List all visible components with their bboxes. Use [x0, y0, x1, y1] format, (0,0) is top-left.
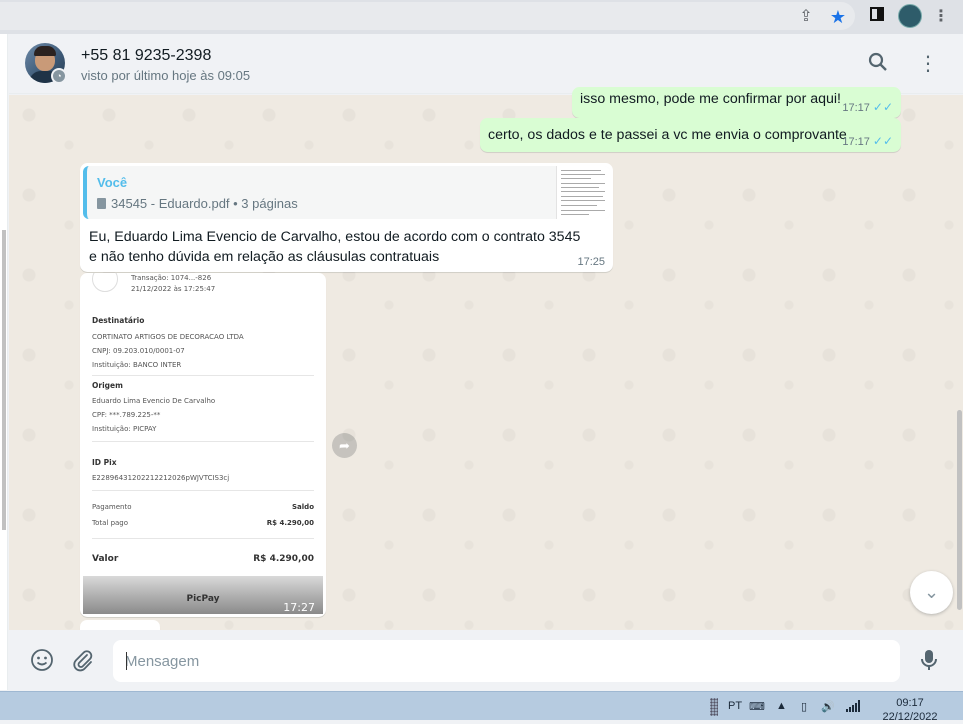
chat-header: ◔ +55 81 9235-2398 visto por último hoje…	[9, 34, 963, 94]
emoji-icon[interactable]	[29, 648, 55, 674]
left-panel-edge	[0, 34, 8, 690]
image-message[interactable]: Transação: 1074...-826 21/12/2022 às 17:…	[80, 273, 326, 617]
message-input[interactable]	[113, 640, 900, 682]
message-time: 17:25	[577, 256, 605, 268]
quote-author: Você	[97, 175, 128, 190]
message-composer	[9, 630, 963, 691]
menu-icon[interactable]: ⋮	[930, 6, 952, 28]
star-icon[interactable]: ★	[827, 6, 849, 28]
windows-taskbar: PT ⌨ ▲ ▯ 🔊 09:17 22/12/2022	[0, 691, 963, 723]
forward-icon[interactable]: ➦	[332, 433, 357, 458]
keyboard-icon[interactable]: ⌨	[749, 700, 765, 713]
message-text: certo, os dados e te passei a vc me envi…	[488, 127, 847, 143]
search-icon[interactable]	[866, 52, 890, 76]
network-icon[interactable]	[846, 700, 860, 715]
share-icon[interactable]: ⇪	[795, 6, 817, 28]
pdf-thumbnail	[556, 166, 610, 219]
message-text: isso mesmo, pode me confirmar por aqui!	[580, 91, 842, 107]
microphone-icon[interactable]	[916, 648, 942, 674]
language-indicator[interactable]: PT	[728, 700, 742, 712]
scroll-to-bottom-button[interactable]: ⌄	[910, 571, 953, 614]
volume-icon[interactable]: 🔊	[821, 700, 835, 713]
double-check-icon: ✓✓	[872, 100, 893, 114]
message-bubble-incoming[interactable]: Você 34545 - Eduardo.pdf • 3 páginas Eu,…	[80, 163, 613, 272]
message-text: Eu, Eduardo Lima Evencio de Carvalho, es…	[89, 229, 581, 265]
double-check-icon: ✓✓	[872, 134, 893, 148]
payment-receipt-image: Transação: 1074...-826 21/12/2022 às 17:…	[83, 273, 323, 614]
browser-toolbar: ⇪ ★ ⋮	[0, 0, 963, 34]
show-hidden-icons-icon[interactable]: ▲	[776, 700, 787, 712]
message-meta: 17:17 ✓✓	[842, 134, 893, 148]
document-icon	[97, 198, 106, 209]
message-bubble-outgoing[interactable]: certo, os dados e te passei a vc me envi…	[480, 118, 901, 152]
last-seen-status: visto por último hoje às 09:05	[81, 68, 251, 83]
chat-menu-icon[interactable]: ⋮	[916, 52, 940, 76]
taskbar-grip[interactable]	[710, 698, 718, 716]
message-time: 17:27	[283, 601, 315, 614]
sidebar-icon[interactable]	[866, 6, 888, 28]
status-ring-icon: ◔	[51, 68, 67, 84]
address-bar[interactable]	[0, 2, 855, 30]
chat-scrollbar[interactable]	[957, 410, 962, 610]
message-bubble-outgoing[interactable]: isso mesmo, pode me confirmar por aqui! …	[572, 87, 901, 118]
text-caret	[126, 652, 127, 670]
profile-avatar[interactable]	[898, 4, 922, 28]
receipt-logo-circle	[92, 273, 118, 292]
attach-icon[interactable]	[70, 648, 96, 674]
left-scrollbar[interactable]	[2, 230, 6, 530]
message-meta: 17:17 ✓✓	[842, 100, 893, 114]
battery-icon[interactable]: ▯	[801, 700, 807, 713]
quote-file-info: 34545 - Eduardo.pdf • 3 páginas	[97, 196, 298, 211]
quoted-message[interactable]: Você 34545 - Eduardo.pdf • 3 páginas	[83, 166, 610, 219]
contact-name[interactable]: +55 81 9235-2398	[81, 47, 211, 65]
